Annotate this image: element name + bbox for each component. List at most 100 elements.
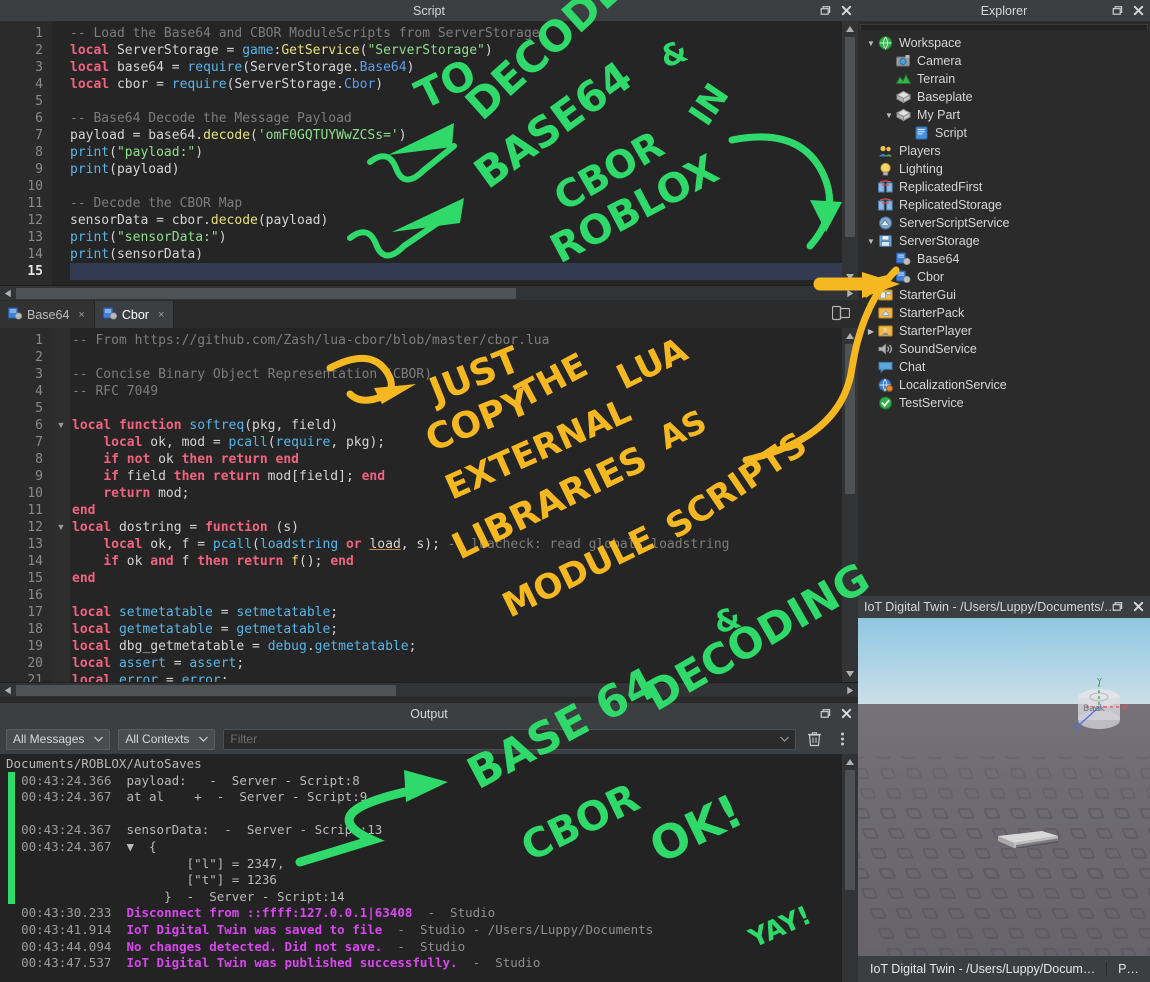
horizontal-scrollbar-bottom[interactable] xyxy=(0,682,858,697)
fold-toggle[interactable] xyxy=(52,587,70,604)
scroll-up-icon[interactable] xyxy=(844,330,856,342)
scroll-down-icon[interactable] xyxy=(844,271,856,283)
code-line[interactable]: local setmetatable = setmetatable; xyxy=(72,604,842,621)
code-line[interactable]: local getmetatable = getmetatable; xyxy=(72,621,842,638)
explorer-tree[interactable]: ▼ Workspace Camera Terrain Baseplate ▼ M… xyxy=(858,30,1150,596)
code-line[interactable]: local base64 = require(ServerStorage.Bas… xyxy=(70,59,842,76)
explorer-item-lighting[interactable]: Lighting xyxy=(858,160,1150,178)
more-options-icon[interactable] xyxy=(832,729,852,749)
explorer-item-testservice[interactable]: TestService xyxy=(858,394,1150,412)
code-line[interactable]: local dbg_getmetatable = debug.getmetata… xyxy=(72,638,842,655)
my-part-block[interactable] xyxy=(998,830,1058,848)
explorer-item-cbor[interactable]: Cbor xyxy=(858,268,1150,286)
device-preview-icon[interactable] xyxy=(832,305,850,324)
fold-toggle[interactable] xyxy=(52,638,70,655)
chevron-down-icon[interactable] xyxy=(780,736,789,742)
editor-tab-base64[interactable]: Base64 × xyxy=(0,301,95,328)
code-content-top[interactable]: -- Load the Base64 and CBOR ModuleScript… xyxy=(70,21,842,285)
editor-tab-bar[interactable]: Base64 × Cbor × xyxy=(0,300,858,328)
code-line[interactable]: payload = base64.decode('omF0GQTUYWwZCSs… xyxy=(70,127,842,144)
explorer-item-workspace[interactable]: ▼ Workspace xyxy=(858,34,1150,52)
scroll-right-icon[interactable] xyxy=(844,684,857,697)
horizontal-scrollbar-top[interactable] xyxy=(0,285,858,300)
code-line[interactable] xyxy=(70,178,842,195)
contexts-filter-dropdown[interactable]: All Contexts xyxy=(118,729,215,750)
scroll-up-icon[interactable] xyxy=(844,756,856,768)
fold-toggle[interactable] xyxy=(52,383,70,400)
explorer-item-startergui[interactable]: StarterGui xyxy=(858,286,1150,304)
restore-window-icon[interactable] xyxy=(1110,600,1123,613)
close-icon[interactable] xyxy=(840,4,853,17)
explorer-item-starterplayer[interactable]: ▶ StarterPlayer xyxy=(858,322,1150,340)
fold-toggle[interactable] xyxy=(52,570,70,587)
code-line[interactable] xyxy=(72,349,842,366)
scroll-thumb[interactable] xyxy=(16,685,396,696)
scroll-thumb[interactable] xyxy=(845,770,855,890)
fold-toggle[interactable] xyxy=(52,451,70,468)
code-line[interactable]: print(sensorData) xyxy=(70,246,842,263)
editor-tab-cbor[interactable]: Cbor × xyxy=(95,301,175,328)
code-content-bottom[interactable]: -- From https://github.com/Zash/lua-cbor… xyxy=(72,328,842,682)
code-line[interactable]: -- Concise Binary Object Representation … xyxy=(72,366,842,383)
explorer-item-camera[interactable]: Camera xyxy=(858,52,1150,70)
code-line[interactable]: -- Decode the CBOR Map xyxy=(70,195,842,212)
explorer-item-starterpack[interactable]: StarterPack xyxy=(858,304,1150,322)
vertical-scrollbar-top[interactable] xyxy=(842,21,858,285)
explorer-item-serverstorage[interactable]: ▼ ServerStorage xyxy=(858,232,1150,250)
close-icon[interactable] xyxy=(1132,600,1145,613)
code-line[interactable]: -- Base64 Decode the Message Payload xyxy=(70,110,842,127)
code-line[interactable]: local assert = assert; xyxy=(72,655,842,672)
code-line[interactable]: print("sensorData:") xyxy=(70,229,842,246)
restore-window-icon[interactable] xyxy=(1110,4,1123,17)
view-cube[interactable]: Y X Z Back xyxy=(1066,674,1132,740)
code-line[interactable]: if not ok then return end xyxy=(72,451,842,468)
code-line[interactable]: -- RFC 7049 xyxy=(72,383,842,400)
code-line[interactable]: sensorData = cbor.decode(payload) xyxy=(70,212,842,229)
close-icon[interactable] xyxy=(1132,4,1145,17)
code-line[interactable] xyxy=(72,587,842,604)
viewport-status-right[interactable]: P… xyxy=(1106,962,1150,976)
explorer-item-replicatedfirst[interactable]: ReplicatedFirst xyxy=(858,178,1150,196)
tree-twisty[interactable]: ▼ xyxy=(864,39,878,48)
code-line[interactable]: local function softreq(pkg, field) xyxy=(72,417,842,434)
scroll-left-icon[interactable] xyxy=(1,287,14,300)
code-line[interactable]: local ok, f = pcall(loadstring or load, … xyxy=(72,536,842,553)
fold-toggle[interactable] xyxy=(52,655,70,672)
explorer-item-localizationservice[interactable]: LocalizationService xyxy=(858,376,1150,394)
code-line[interactable]: print(payload) xyxy=(70,161,842,178)
output-vertical-scrollbar[interactable] xyxy=(842,754,858,982)
code-folding-gutter[interactable]: ▼ ▼ xyxy=(52,328,70,682)
fold-toggle[interactable] xyxy=(52,485,70,502)
editor-tab-close-icon[interactable]: × xyxy=(78,309,84,321)
output-log[interactable]: Documents/ROBLOX/AutoSaves 00:43:24.366 … xyxy=(0,754,858,982)
fold-toggle[interactable] xyxy=(52,400,70,417)
fold-toggle[interactable]: ▼ xyxy=(52,519,70,536)
game-viewport-3d[interactable]: Y X Z Back xyxy=(858,618,1150,956)
code-line[interactable]: return mod; xyxy=(72,485,842,502)
code-line[interactable] xyxy=(70,93,842,110)
scroll-thumb[interactable] xyxy=(16,288,516,299)
output-filter-input[interactable]: Filter xyxy=(223,729,796,750)
tree-twisty[interactable]: ▶ xyxy=(864,327,878,336)
scroll-down-icon[interactable] xyxy=(844,668,856,680)
code-line[interactable]: if ok and f then return f(); end xyxy=(72,553,842,570)
tree-twisty[interactable]: ▼ xyxy=(864,237,878,246)
explorer-item-replicatedstorage[interactable]: ReplicatedStorage xyxy=(858,196,1150,214)
editor-tab-close-icon[interactable]: × xyxy=(158,309,164,321)
code-line[interactable] xyxy=(70,263,842,280)
fold-toggle[interactable] xyxy=(52,536,70,553)
explorer-item-soundservice[interactable]: SoundService xyxy=(858,340,1150,358)
fold-toggle[interactable] xyxy=(52,604,70,621)
scroll-thumb[interactable] xyxy=(845,37,855,237)
code-line[interactable]: end xyxy=(72,570,842,587)
fold-toggle[interactable] xyxy=(52,502,70,519)
close-icon[interactable] xyxy=(840,707,853,720)
explorer-item-terrain[interactable]: Terrain xyxy=(858,70,1150,88)
explorer-item-baseplate[interactable]: Baseplate xyxy=(858,88,1150,106)
module-code-area[interactable]: 1 2 3 4 5 6 7 8 9 10 11 12 13 14 15 16 17 18 19 20 21 ▼ ▼ --… xyxy=(0,328,858,682)
explorer-item-base64[interactable]: Base64 xyxy=(858,250,1150,268)
code-line[interactable]: local dostring = function (s) xyxy=(72,519,842,536)
code-line[interactable]: if field then return mod[field]; end xyxy=(72,468,842,485)
fold-toggle[interactable] xyxy=(52,621,70,638)
code-line[interactable]: local ServerStorage = game:GetService("S… xyxy=(70,42,842,59)
